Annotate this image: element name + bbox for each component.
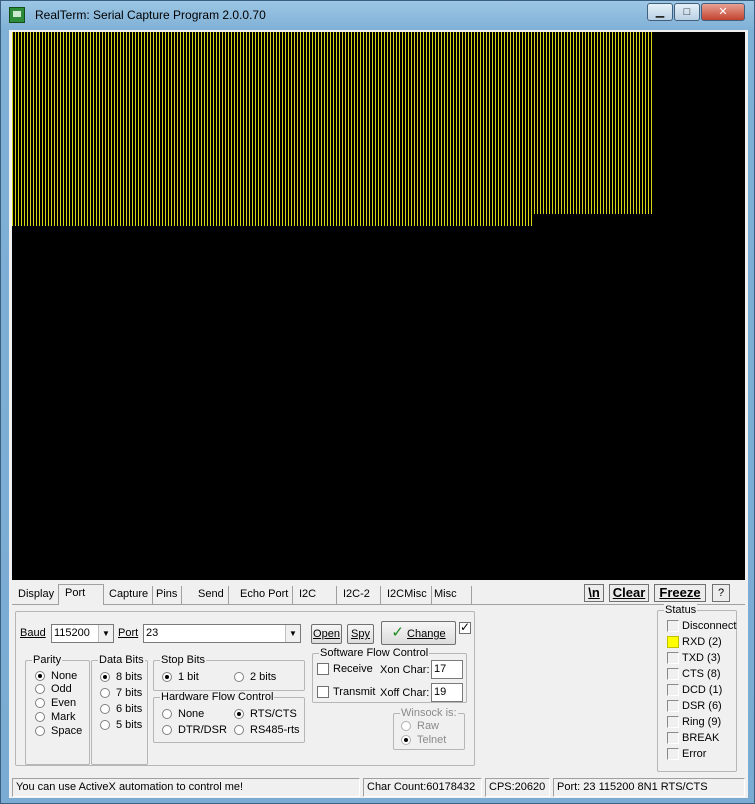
tab-port[interactable]: Port (58, 584, 104, 605)
app-window: RealTerm: Serial Capture Program 2.0.0.7… (0, 0, 755, 804)
status-label-ring: Ring (9) (682, 716, 722, 728)
change-button[interactable]: ✓ Change (381, 621, 456, 645)
status-led-txd (667, 652, 679, 664)
parity-group: Parity None Odd Even Mark Space (25, 654, 90, 765)
port-panel: Baud 115200 ▼ Port 23 ▼ Open Spy ✓ Chang… (12, 604, 745, 775)
baud-value: 115200 (54, 627, 90, 639)
tab-echo-port[interactable]: Echo Port (234, 586, 294, 604)
xon-input[interactable]: 17 (431, 660, 463, 679)
checkmark-icon: ✓ (391, 624, 404, 641)
status-title: Status (664, 604, 698, 616)
tab-display[interactable]: Display (12, 586, 60, 604)
parity-title: Parity (32, 654, 63, 666)
baud-select[interactable]: 115200 ▼ (51, 624, 114, 643)
hw-flow-title: Hardware Flow Control (160, 691, 275, 703)
hw-flow-group: Hardware Flow Control None RTS/CTS DTR/D… (153, 691, 305, 743)
open-button[interactable]: Open (311, 624, 342, 644)
title-bar: RealTerm: Serial Capture Program 2.0.0.7… (1, 1, 754, 29)
stop-bits-group: Stop Bits 1 bit 2 bits (153, 654, 305, 691)
terminal-text-block-lastline (12, 32, 532, 226)
tab-capture[interactable]: Capture (103, 586, 154, 604)
tab-i2cmisc[interactable]: I2CMisc (381, 586, 432, 604)
spy-button[interactable]: Spy (347, 624, 374, 644)
chevron-down-icon[interactable]: ▼ (98, 625, 113, 642)
chevron-down-icon[interactable]: ▼ (285, 625, 300, 642)
port-label: Port (118, 627, 139, 639)
status-led-rxd (667, 636, 679, 648)
window-title: RealTerm: Serial Capture Program 2.0.0.7… (35, 8, 266, 22)
status-label-dsr: DSR (6) (682, 700, 722, 712)
terminal-output[interactable] (12, 32, 745, 580)
xoff-label: Xoff Char: (380, 687, 430, 699)
status-led-disconnect (667, 620, 679, 632)
close-button[interactable]: ✕ (701, 3, 745, 21)
receive-checkbox[interactable] (317, 663, 329, 675)
app-icon (9, 7, 25, 23)
client-area: Display Port Capture Pins Send Echo Port… (9, 30, 748, 798)
status-label-txd: TXD (3) (682, 652, 721, 664)
xon-label: Xon Char: (380, 664, 430, 676)
transmit-checkbox[interactable] (317, 686, 329, 698)
change-checkbox[interactable] (459, 620, 471, 634)
stop-bits-title: Stop Bits (160, 654, 207, 666)
statusbar-char-count: Char Count:60178432 (363, 778, 482, 797)
tab-i2c-2[interactable]: I2C-2 (337, 586, 381, 604)
status-label-error: Error (682, 748, 707, 760)
help-button[interactable]: ? (712, 584, 730, 602)
winsock-title: Winsock is: (400, 707, 458, 719)
tab-pins[interactable]: Pins (150, 586, 183, 604)
status-led-break (667, 732, 679, 744)
tab-i2c[interactable]: I2C (293, 586, 337, 604)
status-label-rxd: RXD (2) (682, 636, 722, 648)
status-led-ring (667, 716, 679, 728)
data-bits-group: Data Bits 8 bits 7 bits 6 bits 5 bits (91, 654, 148, 765)
sw-flow-group: Software Flow Control Receive Xon Char: … (312, 647, 467, 703)
clear-button[interactable]: Clear (609, 584, 649, 602)
winsock-group: Winsock is: Raw Telnet (393, 707, 465, 750)
minimize-button[interactable]: ▁ (647, 3, 673, 21)
port-value: 23 (146, 627, 159, 639)
newline-button[interactable]: \n (584, 584, 604, 602)
status-label-disconnect: Disconnect (682, 620, 737, 632)
status-bar: You can use ActiveX automation to contro… (12, 778, 745, 798)
status-led-error (667, 748, 679, 760)
status-led-dsr (667, 700, 679, 712)
maximize-button[interactable]: □ (674, 3, 700, 21)
statusbar-cps: CPS:20620 (485, 778, 550, 797)
tab-send[interactable]: Send (192, 586, 229, 604)
tab-row: Display Port Capture Pins Send Echo Port… (12, 584, 745, 605)
statusbar-message: You can use ActiveX automation to contro… (12, 778, 360, 797)
baud-label: Baud (20, 627, 46, 639)
transmit-label: Transmit (333, 686, 376, 698)
status-group: Status Disconnect RXD (2) TXD (3) CTS (8… (657, 604, 737, 772)
sw-flow-title: Software Flow Control (319, 647, 430, 659)
status-label-break: BREAK (682, 732, 720, 744)
status-led-cts (667, 668, 679, 680)
data-bits-title: Data Bits (98, 654, 145, 666)
freeze-button[interactable]: Freeze (654, 584, 706, 602)
port-select[interactable]: 23 ▼ (143, 624, 301, 643)
status-label-dcd: DCD (1) (682, 684, 723, 696)
xoff-input[interactable]: 19 (431, 683, 463, 702)
status-led-dcd (667, 684, 679, 696)
change-label: Change (407, 628, 446, 640)
receive-label: Receive (333, 663, 373, 675)
tab-misc[interactable]: Misc (428, 586, 472, 604)
statusbar-port-info: Port: 23 115200 8N1 RTS/CTS (553, 778, 745, 797)
status-label-cts: CTS (8) (682, 668, 721, 680)
